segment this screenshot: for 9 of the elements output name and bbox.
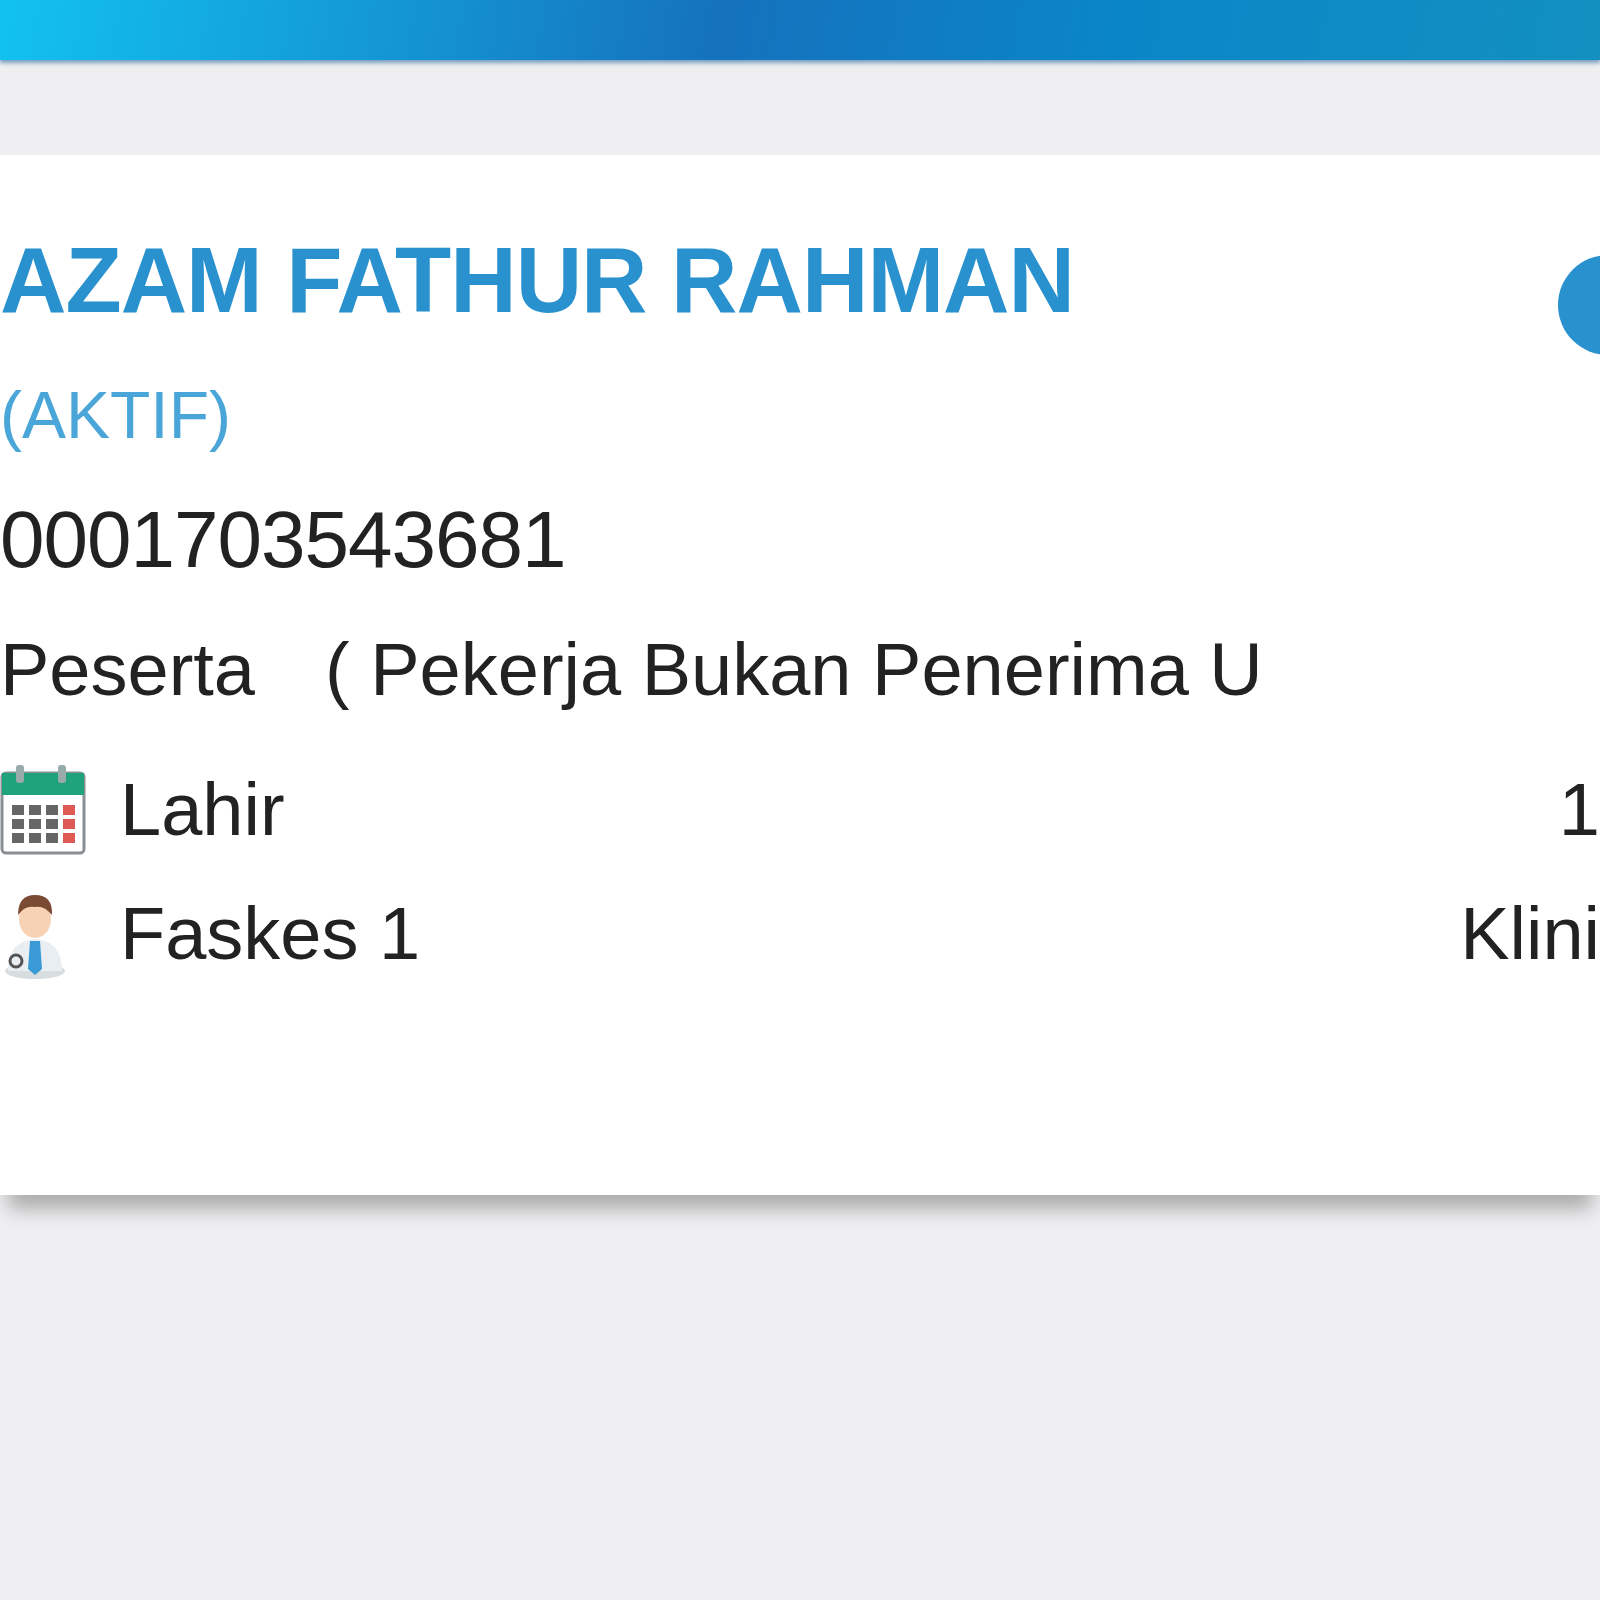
detail-label: Faskes 1: [120, 890, 421, 976]
detail-value: Klini: [1460, 890, 1600, 976]
membership-type: ( Pekerja Bukan Penerima U: [325, 627, 1263, 713]
member-name: AZAM FATHUR RAHMAN: [0, 228, 1074, 333]
membership-label: Peserta: [0, 627, 256, 713]
card-number: 0001703543681: [0, 494, 567, 586]
detail-label: Lahir: [120, 766, 285, 852]
member-status: (AKTIF): [0, 377, 232, 454]
detail-value: 1: [1558, 766, 1600, 852]
